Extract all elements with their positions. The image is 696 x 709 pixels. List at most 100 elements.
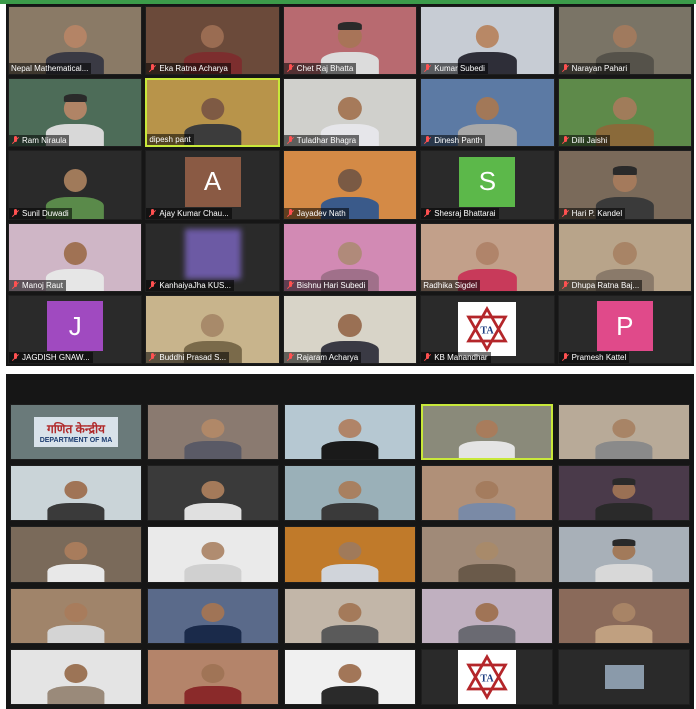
muted-mic-icon (148, 352, 157, 362)
participant-tile[interactable]: P Pramesh Kattel (557, 294, 692, 364)
video-feed (559, 405, 689, 460)
participant-tile[interactable] (421, 526, 553, 583)
participant-head (475, 97, 500, 121)
muted-mic-icon (11, 208, 20, 218)
participant-tile[interactable] (147, 587, 279, 644)
video-feed (11, 649, 141, 704)
participant-tile[interactable] (147, 648, 279, 705)
participant-tile[interactable] (10, 587, 142, 644)
participant-figure (47, 478, 105, 521)
participant-tile[interactable]: Tuladhar Bhagra (282, 78, 418, 148)
participant-tile[interactable] (147, 404, 279, 461)
participant-name: Hari P. Kandel (571, 208, 623, 218)
participant-tile[interactable] (421, 465, 553, 522)
participant-head (338, 241, 362, 265)
participant-tile[interactable] (421, 587, 553, 644)
participant-name: dipesh pant (149, 135, 191, 145)
participant-tile[interactable] (10, 648, 142, 705)
participant-figure (47, 539, 105, 582)
participant-tile[interactable] (147, 465, 279, 522)
participant-name-label: Dilli Jaishi (558, 135, 611, 147)
participant-tile[interactable] (558, 648, 690, 705)
participant-name: Shesraj Bhattarai (434, 208, 496, 218)
participant-tile[interactable]: Dinesh Panth (420, 78, 555, 148)
participant-head (64, 664, 88, 683)
participant-name: Kumar Subedi (434, 64, 485, 74)
video-feed (148, 588, 278, 643)
participant-tile[interactable] (284, 526, 416, 583)
participant-name-label: Manoj Raut (9, 279, 66, 291)
participant-name: KanhaiyaJha KUS... (159, 280, 231, 290)
participant-tile[interactable]: Chet Raj Bhatta (282, 6, 418, 76)
participant-name-label: Jayadev Nath (283, 207, 349, 219)
participant-tile[interactable]: Sunil Duwadi (8, 150, 143, 220)
muted-mic-icon (286, 352, 295, 362)
participant-head (475, 419, 499, 438)
participant-tile[interactable]: S Shesraj Bhattarai (420, 150, 555, 220)
participant-tile[interactable]: गणित केन्द्रीय DEPARTMENT OF MA (10, 404, 142, 461)
participant-tile[interactable]: Eka Ratna Acharya (145, 6, 280, 76)
participant-name-label: Dinesh Panth (421, 135, 486, 147)
participant-name-label: Rajaram Acharya (283, 351, 362, 363)
video-feed (559, 527, 689, 582)
participant-head (63, 169, 87, 193)
participant-body (595, 563, 653, 582)
participant-tile[interactable]: Manoj Raut (8, 222, 143, 292)
participant-figure (184, 417, 242, 460)
participant-name: Bishnu Hari Subedi (296, 280, 366, 290)
participant-tile[interactable]: Bishnu Hari Subedi (282, 222, 418, 292)
participant-tile[interactable]: Narayan Pahari (557, 6, 692, 76)
participant-figure (184, 601, 242, 643)
participant-tile[interactable]: Hari P. Kandel (557, 150, 692, 220)
muted-mic-icon (286, 136, 295, 145)
department-signboard: गणित केन्द्रीय DEPARTMENT OF MA (34, 416, 118, 448)
muted-mic-icon (561, 208, 570, 218)
participant-body (47, 502, 105, 521)
participant-figure (184, 539, 242, 582)
video-feed (285, 588, 415, 643)
participant-tile[interactable]: TA (421, 648, 553, 705)
participant-tile[interactable]: KanhaiyaJha KUS... (145, 222, 280, 292)
participant-head (475, 24, 500, 48)
participant-tile[interactable] (558, 404, 690, 461)
participant-name: Narayan Pahari (571, 64, 628, 74)
participant-tile[interactable] (558, 465, 690, 522)
participant-figure (321, 417, 379, 460)
participant-tile[interactable] (284, 404, 416, 461)
participant-tile[interactable]: Dhupa Ratna Baj... (557, 222, 692, 292)
participant-body (184, 563, 242, 582)
participant-tile[interactable] (558, 526, 690, 583)
participant-name-label: Kumar Subedi (421, 63, 488, 75)
participant-tile[interactable] (284, 465, 416, 522)
participant-tile[interactable] (421, 404, 553, 461)
participant-tile[interactable]: Kumar Subedi (420, 6, 555, 76)
participant-name: Manoj Raut (22, 280, 63, 290)
participant-name-label: KB Manandhar (421, 351, 491, 363)
participant-tile[interactable]: A Ajay Kumar Chau... (145, 150, 280, 220)
participant-tile[interactable]: Buddhi Prasad S... (145, 294, 280, 364)
participant-tile[interactable]: Dilli Jaishi (557, 78, 692, 148)
participant-tile[interactable]: TA KB Manandhar (420, 294, 555, 364)
participant-tile[interactable] (284, 648, 416, 705)
video-feed (148, 649, 278, 704)
participant-tile[interactable]: Rajaram Acharya (282, 294, 418, 364)
participant-head (338, 664, 362, 683)
participant-tile[interactable] (10, 526, 142, 583)
participant-body (458, 441, 516, 459)
participant-head (64, 541, 88, 561)
participant-name: Dhupa Ratna Baj... (571, 280, 640, 290)
participant-head (63, 24, 87, 48)
participant-tile[interactable]: J JAGDISH GNAW... (8, 294, 143, 364)
participant-tile[interactable]: Ram Niraula (8, 78, 143, 148)
participant-figure (184, 478, 242, 521)
participant-tile[interactable]: Radhika Sigdel (420, 222, 555, 292)
video-feed (285, 649, 415, 704)
participant-tile[interactable] (284, 587, 416, 644)
muted-mic-icon (286, 64, 295, 73)
participant-tile[interactable]: Jayadev Nath (282, 150, 418, 220)
participant-tile[interactable] (147, 526, 279, 583)
participant-tile[interactable]: dipesh pant (145, 78, 280, 148)
participant-tile[interactable] (10, 465, 142, 522)
participant-tile[interactable] (558, 587, 690, 644)
participant-tile[interactable]: Nepal Mathematical... (8, 6, 143, 76)
